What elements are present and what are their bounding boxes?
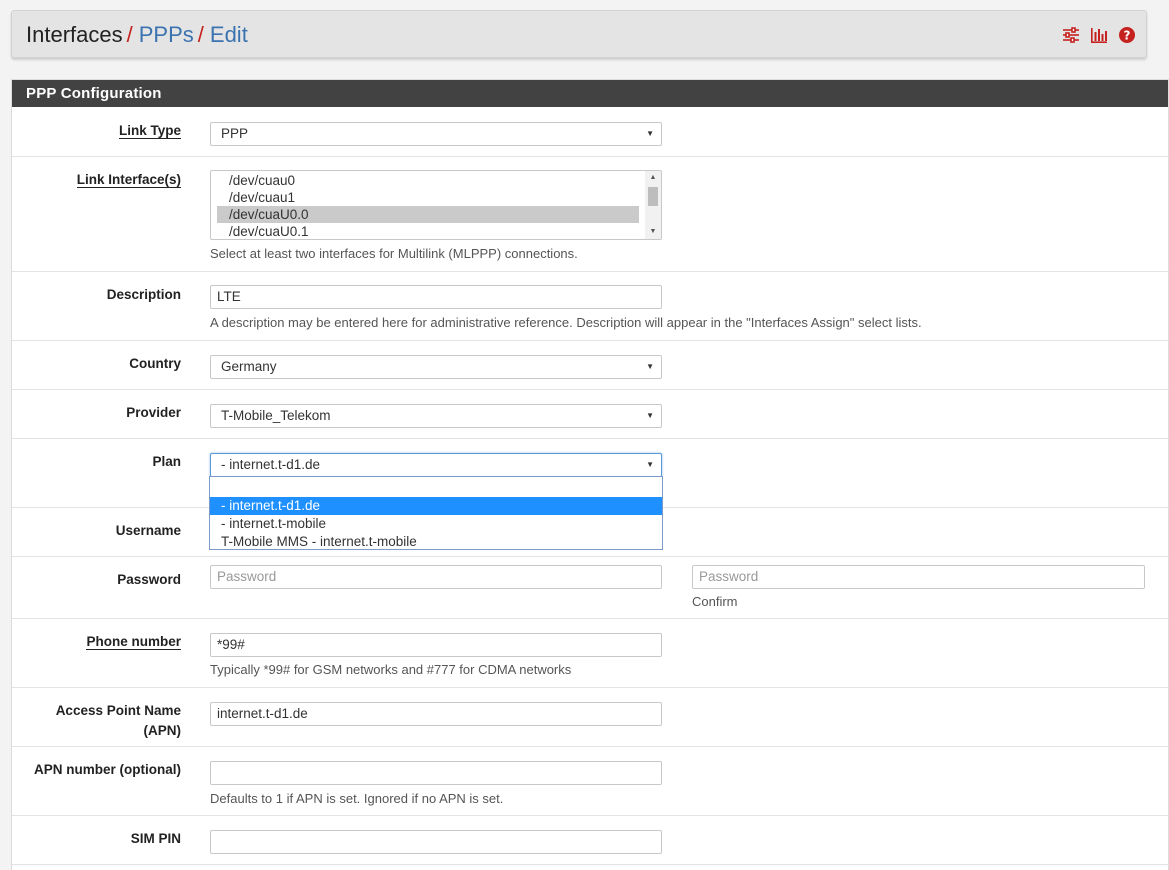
phone-row: Phone number *99# Typically *99# for GSM…	[12, 619, 1169, 688]
apn-number-help: Defaults to 1 if APN is set. Ignored if …	[210, 791, 504, 806]
country-select[interactable]: Germany	[210, 355, 662, 379]
list-item[interactable]: /dev/cuau0	[217, 172, 639, 189]
country-row: Country Germany	[12, 341, 1169, 390]
password-input[interactable]: Password	[210, 565, 662, 589]
apn-number-label: APN number (optional)	[34, 762, 181, 777]
description-row: Description LTE A description may be ent…	[12, 272, 1169, 341]
description-help: A description may be entered here for ad…	[210, 315, 922, 330]
phone-input[interactable]: *99#	[210, 633, 662, 657]
sliders-icon[interactable]	[1062, 26, 1080, 44]
panel-title: PPP Configuration	[12, 80, 1168, 107]
apn-number-input[interactable]	[210, 761, 662, 785]
plan-dropdown-list: - internet.t-d1.de - internet.t-mobile T…	[209, 476, 663, 550]
description-label: Description	[106, 287, 181, 302]
link-interfaces-help: Select at least two interfaces for Multi…	[210, 246, 578, 261]
password-confirm-help: Confirm	[692, 594, 738, 609]
breadcrumb-bar: Interfaces / PPPs / Edit ?	[11, 10, 1147, 58]
apn-label-line1: Access Point Name	[55, 703, 181, 718]
link-type-row: Link Type PPP	[12, 108, 1169, 157]
plan-label: Plan	[152, 454, 181, 469]
apn-label: Access Point Name (APN)	[11, 701, 181, 741]
link-interfaces-row: Link Interface(s) /dev/cuau0 /dev/cuau1 …	[12, 157, 1169, 272]
list-item-selected[interactable]: /dev/cuaU0.0	[217, 206, 639, 223]
breadcrumb-separator: /	[197, 22, 204, 47]
sim-pin-label: SIM PIN	[130, 831, 181, 846]
link-type-label: Link Type	[118, 123, 181, 139]
breadcrumb-ppps-link[interactable]: PPPs	[139, 22, 194, 47]
listbox-scrollbar[interactable]: ▲ ▼	[645, 171, 661, 239]
breadcrumb-separator: /	[126, 22, 133, 47]
password-confirm-input[interactable]: Password	[692, 565, 1145, 589]
apn-label-line2: (APN)	[143, 723, 182, 738]
breadcrumb-icons: ?	[1062, 26, 1136, 44]
apn-number-row: APN number (optional) Defaults to 1 if A…	[12, 747, 1169, 816]
scrollbar-thumb[interactable]	[648, 187, 658, 206]
svg-text:?: ?	[1124, 29, 1131, 43]
apn-input[interactable]: internet.t-d1.de	[210, 702, 662, 726]
plan-option[interactable]: - internet.t-mobile	[210, 515, 662, 533]
phone-label: Phone number	[86, 634, 181, 650]
help-icon[interactable]: ?	[1118, 26, 1136, 44]
password-label: Password	[117, 572, 181, 587]
link-interfaces-listbox[interactable]: /dev/cuau0 /dev/cuau1 /dev/cuaU0.0 /dev/…	[210, 170, 662, 240]
breadcrumb: Interfaces / PPPs / Edit	[26, 22, 248, 48]
provider-label: Provider	[126, 405, 181, 420]
description-input[interactable]: LTE	[210, 285, 662, 309]
breadcrumb-edit-link[interactable]: Edit	[210, 22, 248, 47]
plan-option-highlighted[interactable]: - internet.t-d1.de	[210, 497, 662, 515]
plan-select[interactable]: - internet.t-d1.de	[210, 453, 662, 477]
username-label: Username	[115, 523, 181, 538]
phone-help: Typically *99# for GSM networks and #777…	[210, 662, 572, 677]
password-row: Password Password Password Confirm	[12, 557, 1169, 619]
list-item[interactable]: /dev/cuaU0.1	[217, 223, 639, 239]
scroll-up-icon[interactable]: ▲	[645, 171, 661, 185]
ppp-configuration-panel: PPP Configuration Link Type PPP Link Int…	[11, 79, 1169, 870]
link-interfaces-label: Link Interface(s)	[76, 172, 181, 188]
provider-select[interactable]: T-Mobile_Telekom	[210, 404, 662, 428]
bar-chart-icon[interactable]	[1090, 26, 1108, 44]
plan-option[interactable]: T-Mobile MMS - internet.t-mobile	[210, 533, 662, 551]
provider-row: Provider T-Mobile_Telekom	[12, 390, 1169, 439]
sim-pin-input[interactable]	[210, 830, 662, 854]
breadcrumb-interfaces: Interfaces	[26, 22, 123, 47]
plan-dropdown-blank	[210, 477, 662, 497]
scroll-down-icon[interactable]: ▼	[645, 225, 661, 239]
sim-pin-row: SIM PIN	[12, 816, 1169, 865]
list-item[interactable]: /dev/cuau1	[217, 189, 639, 206]
apn-row: Access Point Name (APN) internet.t-d1.de	[12, 688, 1169, 747]
link-type-select[interactable]: PPP	[210, 122, 662, 146]
country-label: Country	[129, 356, 181, 371]
